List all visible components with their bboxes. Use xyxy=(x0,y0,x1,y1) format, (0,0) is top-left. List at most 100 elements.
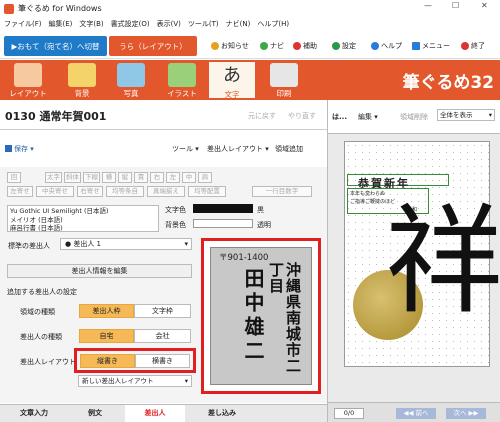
maximize-button[interactable]: ☐ xyxy=(452,1,459,10)
sender-layout-label: 差出人レイアウト xyxy=(20,358,76,366)
align-left-button[interactable]: 左寄せ xyxy=(7,186,33,197)
ura-layout-tab[interactable]: うら（レイアウト） xyxy=(109,36,197,56)
layout-vertical-button[interactable]: 縦書き xyxy=(80,354,135,368)
tool-menu[interactable]: ツール ▾ xyxy=(172,144,199,154)
tab-example[interactable]: 例文 xyxy=(88,408,102,418)
illust-icon xyxy=(168,63,196,87)
horizontal-button[interactable]: 横 xyxy=(102,172,116,183)
text-icon: あ xyxy=(218,64,246,88)
save-button[interactable]: 保存 ▾ xyxy=(5,144,34,154)
layout-icon xyxy=(14,63,42,87)
edit-sender-button[interactable]: 差出人情報を編集 xyxy=(7,264,192,278)
vertical-button[interactable]: 縦 xyxy=(118,172,132,183)
sender-label: 標準の差出人 xyxy=(8,242,50,250)
tab-background[interactable]: 背景 xyxy=(58,61,106,99)
settings-button[interactable]: 設定 xyxy=(332,41,356,51)
app-icon xyxy=(4,3,14,14)
justify-button[interactable]: 真端揃え xyxy=(147,186,185,197)
bg-color-swatch[interactable] xyxy=(193,219,253,228)
underline-button[interactable]: 下線 xyxy=(83,172,100,183)
tab-text-input[interactable]: 文章入力 xyxy=(20,408,48,418)
view-select[interactable]: 全体を表示 ▾ xyxy=(437,109,495,121)
menu-file[interactable]: ファイル(F) xyxy=(4,19,42,29)
menu-button[interactable]: メニュー xyxy=(412,41,450,51)
menu-text[interactable]: 文字(B) xyxy=(79,19,103,29)
assist-button[interactable]: 補助 xyxy=(293,41,317,51)
format-button[interactable]: 左 xyxy=(166,172,180,183)
tab-photo[interactable]: 写真 xyxy=(107,61,155,99)
sender-settings-heading: 追加する差出人の設定 xyxy=(7,288,77,296)
redo-button[interactable]: やり直す xyxy=(288,111,316,121)
bold-button[interactable]: 太字 xyxy=(45,172,62,183)
tab-sender[interactable]: 差出人 xyxy=(125,405,185,422)
format-button[interactable]: 責 xyxy=(134,172,148,183)
help-icon xyxy=(371,42,379,50)
add-area-button[interactable]: 領域追加 xyxy=(275,144,303,154)
area-type-label: 領域の種類 xyxy=(20,308,55,316)
edit-menu[interactable]: 編集 ▾ xyxy=(358,112,378,122)
chevron-down-icon: ▾ xyxy=(184,240,188,248)
next-page-button[interactable]: 次へ ▶▶ xyxy=(446,408,486,419)
sender-layout-menu[interactable]: 差出人レイアウト ▾ xyxy=(207,144,269,154)
help-button[interactable]: ヘルプ xyxy=(371,41,402,51)
menu-navi[interactable]: ナビ(N) xyxy=(226,19,251,29)
first-line-number-button[interactable]: 一行目数字 xyxy=(252,186,312,197)
page-nav: 0/0 ◀◀ 前へ 次へ ▶▶ xyxy=(328,402,500,422)
sender-type-label: 差出人の種類 xyxy=(20,333,62,341)
sender-type-home[interactable]: 自宅 xyxy=(79,329,134,343)
menu-edit[interactable]: 編集(E) xyxy=(49,19,73,29)
font-item[interactable]: Yu Gothic UI Semilight (日本語) xyxy=(10,207,156,216)
exit-button[interactable]: 終了 xyxy=(461,41,485,51)
menu-view[interactable]: 表示(V) xyxy=(157,19,181,29)
format-button[interactable]: 回 xyxy=(7,172,21,183)
new-layout-select[interactable]: 新しい差出人レイアウト ▾ xyxy=(78,375,192,387)
area-type-sender-frame[interactable]: 差出人枠 xyxy=(79,304,134,318)
align-center-button[interactable]: 中央寄せ xyxy=(36,186,74,197)
notice-button[interactable]: お知らせ xyxy=(211,41,249,51)
prev-page-button[interactable]: ◀◀ 前へ xyxy=(396,408,436,419)
menu-help[interactable]: ヘルプ(H) xyxy=(257,19,289,29)
tab-text[interactable]: あ文字 xyxy=(208,61,256,99)
format-button[interactable]: 肩 xyxy=(198,172,212,183)
text-color-value: 黒 xyxy=(257,206,264,214)
sender-select[interactable]: ● 差出人 1 ▾ xyxy=(60,238,192,250)
document-header: 0130 通常年賀001 元に戻す やり直す xyxy=(0,100,327,130)
font-item[interactable]: メイリオ (日本語) xyxy=(10,216,156,225)
italic-button[interactable]: 斜体 xyxy=(64,172,81,183)
equal-spacing-button[interactable]: 均等配置 xyxy=(188,186,226,197)
window-title: 筆ぐるめ for Windows xyxy=(18,4,102,13)
title-bar: 筆ぐるめ for Windows — ☐ ✕ xyxy=(0,0,500,17)
mode-bar: ▶おもて（宛て名）へ切替 うら（レイアウト） お知らせ ナビ 補助 設定 ヘルプ… xyxy=(0,31,500,59)
tab-illust[interactable]: イラスト xyxy=(158,61,206,99)
navi-icon xyxy=(260,42,268,50)
chevron-down-icon: ▾ xyxy=(488,111,492,119)
layout-horizontal-button[interactable]: 横書き xyxy=(135,354,190,368)
switch-omote-button[interactable]: ▶おもて（宛て名）へ切替 xyxy=(4,36,107,56)
photo-icon xyxy=(117,63,145,87)
preview-address: 沖縄県南城市二丁目 xyxy=(267,262,302,374)
font-item[interactable]: 麻呂行書 (日本語) xyxy=(10,224,156,233)
text-color-label: 文字色 xyxy=(165,206,186,214)
format-button[interactable]: 中 xyxy=(182,172,196,183)
undo-button[interactable]: 元に戻す xyxy=(248,111,276,121)
navi-button[interactable]: ナビ xyxy=(260,41,284,51)
area-delete-button[interactable]: 領域削除 xyxy=(400,112,428,122)
tab-print[interactable]: 印刷 xyxy=(260,61,308,99)
font-list[interactable]: Yu Gothic UI Semilight (日本語) メイリオ (日本語) … xyxy=(7,205,159,232)
menu-format[interactable]: 書式設定(O) xyxy=(111,19,150,29)
document-title: 0130 通常年賀001 xyxy=(5,110,107,123)
sender-type-company[interactable]: 会社 xyxy=(134,329,191,343)
align-right-button[interactable]: 右寄せ xyxy=(77,186,103,197)
gear-icon xyxy=(332,42,340,50)
format-button[interactable]: 右 xyxy=(150,172,164,183)
preview-card: 〒901-1400 沖縄県南城市二丁目 田中雄二 xyxy=(210,247,312,385)
postcard-page[interactable]: 恭賀新年 本年も変わらぬ ご指導ご鞭撻のほど 令和 祥 xyxy=(344,141,500,367)
menu-tools[interactable]: ツール(T) xyxy=(188,19,219,29)
close-window-button[interactable]: ✕ xyxy=(481,1,488,10)
area-type-text-frame[interactable]: 文字枠 xyxy=(134,304,191,318)
tab-layout[interactable]: レイアウト xyxy=(4,61,52,99)
tab-merge[interactable]: 差し込み xyxy=(208,408,236,418)
minimize-button[interactable]: — xyxy=(424,1,432,10)
text-color-swatch[interactable] xyxy=(193,204,253,213)
distribute-button[interactable]: 均等条自 xyxy=(106,186,144,197)
